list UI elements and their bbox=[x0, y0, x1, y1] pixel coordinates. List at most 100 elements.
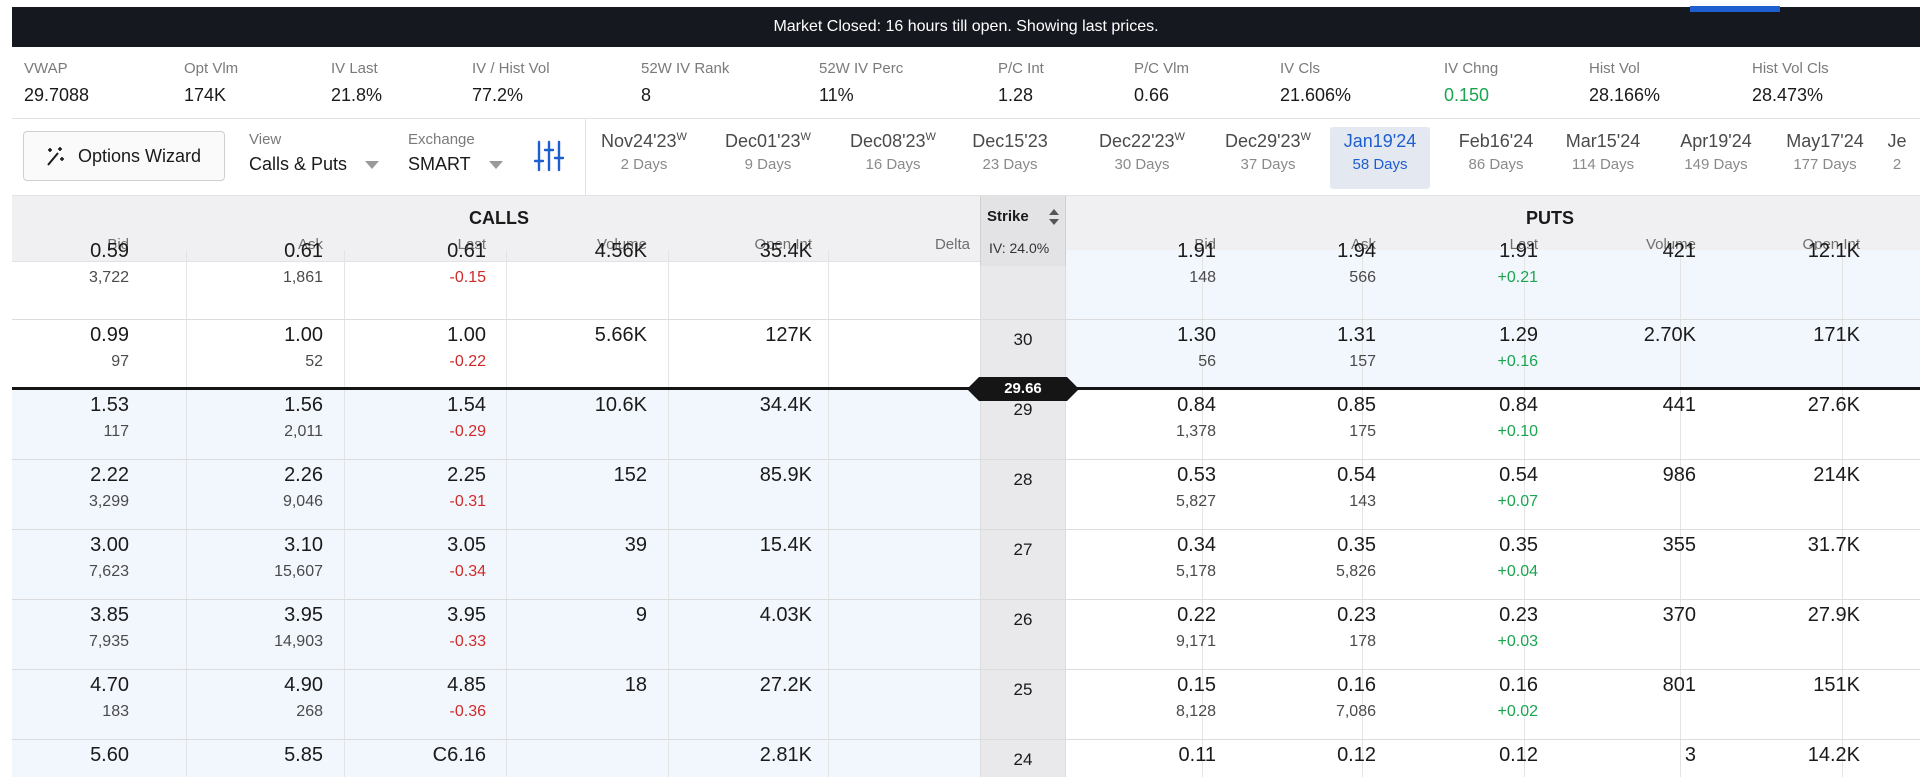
call-ask[interactable]: 4.90 268 bbox=[284, 674, 323, 721]
put-volume[interactable]: 421 bbox=[1663, 240, 1696, 263]
strike-header[interactable]: Strike IV: 24.0% bbox=[980, 196, 1066, 266]
call-volume[interactable]: 4.56K bbox=[595, 240, 647, 263]
expiration-tab[interactable]: Dec01'23W 9 Days bbox=[712, 127, 824, 189]
put-ask[interactable]: 0.12 bbox=[1337, 744, 1376, 773]
put-open-int[interactable]: 214K bbox=[1813, 464, 1860, 487]
option-row[interactable]: 5.60 5.85 C6.16 2.81K 0.11 0.12 0.12 3 14.2K 24 bbox=[12, 740, 1920, 777]
call-volume[interactable]: 9 bbox=[636, 604, 647, 627]
call-open-int[interactable]: 27.2K bbox=[760, 674, 812, 697]
options-wizard-button[interactable]: Options Wizard bbox=[23, 131, 225, 181]
expiration-tab[interactable]: Feb16'24 86 Days bbox=[1450, 127, 1542, 189]
put-last[interactable]: 0.16 +0.02 bbox=[1498, 674, 1538, 721]
call-last[interactable]: 2.25 -0.31 bbox=[447, 464, 486, 511]
expiration-tab[interactable]: Nov24'23W 2 Days bbox=[584, 127, 704, 189]
put-last[interactable]: 0.12 bbox=[1499, 744, 1538, 773]
put-bid[interactable]: 1.30 56 bbox=[1177, 324, 1216, 371]
call-last[interactable]: 1.00 -0.22 bbox=[447, 324, 486, 371]
call-bid[interactable]: 3.85 7,935 bbox=[89, 604, 129, 651]
put-last[interactable]: 1.29 +0.16 bbox=[1498, 324, 1538, 371]
call-ask[interactable]: 1.56 2,011 bbox=[284, 394, 323, 441]
put-bid[interactable]: 0.84 1,378 bbox=[1176, 394, 1216, 441]
call-volume[interactable]: 10.6K bbox=[595, 394, 647, 417]
call-open-int[interactable]: 34.4K bbox=[760, 394, 812, 417]
call-open-int[interactable]: 15.4K bbox=[760, 534, 812, 557]
option-row[interactable]: 3.85 7,935 3.95 14,903 3.95 -0.33 9 4.03K 0.22 9,… bbox=[12, 600, 1920, 670]
expiration-tab[interactable]: Apr19'24 149 Days bbox=[1668, 127, 1764, 189]
put-ask[interactable]: 0.35 5,826 bbox=[1336, 534, 1376, 581]
call-open-int[interactable]: 85.9K bbox=[760, 464, 812, 487]
put-open-int[interactable]: 14.2K bbox=[1808, 744, 1860, 767]
call-last[interactable]: C6.16 bbox=[433, 744, 486, 773]
call-open-int[interactable]: 35.4K bbox=[760, 240, 812, 263]
call-volume[interactable]: 39 bbox=[625, 534, 647, 557]
call-ask[interactable]: 0.61 1,861 bbox=[283, 240, 323, 287]
put-ask[interactable]: 0.16 7,086 bbox=[1336, 674, 1376, 721]
option-row[interactable]: 3.00 7,623 3.10 15,607 3.05 -0.34 39 15.4K 0.34 5… bbox=[12, 530, 1920, 600]
call-bid[interactable]: 5.60 bbox=[90, 744, 129, 773]
call-bid[interactable]: 3.00 7,623 bbox=[89, 534, 129, 581]
put-volume[interactable]: 441 bbox=[1663, 394, 1696, 417]
call-ask[interactable]: 1.00 52 bbox=[284, 324, 323, 371]
put-bid[interactable]: 1.91 148 bbox=[1177, 240, 1216, 287]
option-row[interactable]: 2.22 3,299 2.26 9,046 2.25 -0.31 152 85.9K 0.53 5… bbox=[12, 460, 1920, 530]
call-bid[interactable]: 4.70 183 bbox=[90, 674, 129, 721]
put-ask[interactable]: 1.31 157 bbox=[1337, 324, 1376, 371]
call-last[interactable]: 0.61 -0.15 bbox=[447, 240, 486, 287]
view-select[interactable]: View Calls & Puts bbox=[249, 131, 380, 175]
call-open-int[interactable]: 127K bbox=[765, 324, 812, 347]
call-ask[interactable]: 2.26 9,046 bbox=[283, 464, 323, 511]
expiration-tab[interactable]: Dec08'23W 16 Days bbox=[836, 127, 950, 189]
call-volume[interactable]: 18 bbox=[625, 674, 647, 697]
call-bid[interactable]: 0.99 97 bbox=[90, 324, 129, 371]
put-volume[interactable]: 3 bbox=[1685, 744, 1696, 767]
option-row[interactable]: 0.59 3,722 0.61 1,861 0.61 -0.15 4.56K 35.4K 1.9… bbox=[12, 240, 1920, 320]
put-last[interactable]: 0.84 +0.10 bbox=[1498, 394, 1538, 441]
call-ask[interactable]: 3.10 15,607 bbox=[274, 534, 323, 581]
expiration-tab[interactable]: May17'24 177 Days bbox=[1776, 127, 1874, 189]
call-bid[interactable]: 2.22 3,299 bbox=[89, 464, 129, 511]
put-last[interactable]: 0.23 +0.03 bbox=[1498, 604, 1538, 651]
put-bid[interactable]: 0.15 8,128 bbox=[1176, 674, 1216, 721]
put-ask[interactable]: 0.23 178 bbox=[1337, 604, 1376, 651]
expiration-tab[interactable]: Mar15'24 114 Days bbox=[1556, 127, 1650, 189]
expiration-tab[interactable]: Dec29'23W 37 Days bbox=[1210, 127, 1326, 189]
put-open-int[interactable]: 27.6K bbox=[1808, 394, 1860, 417]
put-last[interactable]: 1.91 +0.21 bbox=[1498, 240, 1538, 287]
call-volume[interactable]: 5.66K bbox=[595, 324, 647, 347]
put-volume[interactable]: 801 bbox=[1663, 674, 1696, 697]
sliders-icon[interactable] bbox=[534, 139, 564, 173]
put-volume[interactable]: 2.70K bbox=[1644, 324, 1696, 347]
call-bid[interactable]: 0.59 3,722 bbox=[89, 240, 129, 287]
put-volume[interactable]: 986 bbox=[1663, 464, 1696, 487]
expiration-tab[interactable]: Dec15'23 23 Days bbox=[960, 127, 1060, 189]
put-bid[interactable]: 0.11 bbox=[1179, 744, 1216, 773]
call-last[interactable]: 3.95 -0.33 bbox=[447, 604, 486, 651]
sort-icon[interactable] bbox=[1049, 208, 1059, 226]
option-row[interactable]: 4.70 183 4.90 268 4.85 -0.36 18 27.2K 0.15 8,128 0… bbox=[12, 670, 1920, 740]
put-open-int[interactable]: 151K bbox=[1813, 674, 1860, 697]
put-last[interactable]: 0.35 +0.04 bbox=[1498, 534, 1538, 581]
put-open-int[interactable]: 27.9K bbox=[1808, 604, 1860, 627]
exchange-select[interactable]: Exchange SMART bbox=[408, 131, 503, 175]
put-volume[interactable]: 355 bbox=[1663, 534, 1696, 557]
expiration-tab[interactable]: Jan19'24 58 Days bbox=[1330, 127, 1430, 189]
put-ask[interactable]: 0.54 143 bbox=[1337, 464, 1376, 511]
call-bid[interactable]: 1.53 117 bbox=[90, 394, 129, 441]
call-open-int[interactable]: 4.03K bbox=[760, 604, 812, 627]
option-row[interactable]: 1.53 117 1.56 2,011 1.54 -0.29 10.6K 34.4K 0.84 1… bbox=[12, 390, 1920, 460]
put-bid[interactable]: 0.34 5,178 bbox=[1176, 534, 1216, 581]
call-last[interactable]: 1.54 -0.29 bbox=[447, 394, 486, 441]
put-open-int[interactable]: 12.1K bbox=[1808, 240, 1860, 263]
call-ask[interactable]: 3.95 14,903 bbox=[274, 604, 323, 651]
put-open-int[interactable]: 171K bbox=[1813, 324, 1860, 347]
put-last[interactable]: 0.54 +0.07 bbox=[1498, 464, 1538, 511]
expiration-tab[interactable]: Je 2 bbox=[1886, 127, 1908, 189]
call-last[interactable]: 4.85 -0.36 bbox=[447, 674, 486, 721]
option-row[interactable]: 0.99 97 1.00 52 1.00 -0.22 5.66K 127K 1.30 56 1.31… bbox=[12, 320, 1920, 390]
call-ask[interactable]: 5.85 bbox=[284, 744, 323, 773]
put-volume[interactable]: 370 bbox=[1663, 604, 1696, 627]
put-bid[interactable]: 0.53 5,827 bbox=[1176, 464, 1216, 511]
call-last[interactable]: 3.05 -0.34 bbox=[447, 534, 486, 581]
put-ask[interactable]: 0.85 175 bbox=[1337, 394, 1376, 441]
expiration-tab[interactable]: Dec22'23W 30 Days bbox=[1082, 127, 1202, 189]
